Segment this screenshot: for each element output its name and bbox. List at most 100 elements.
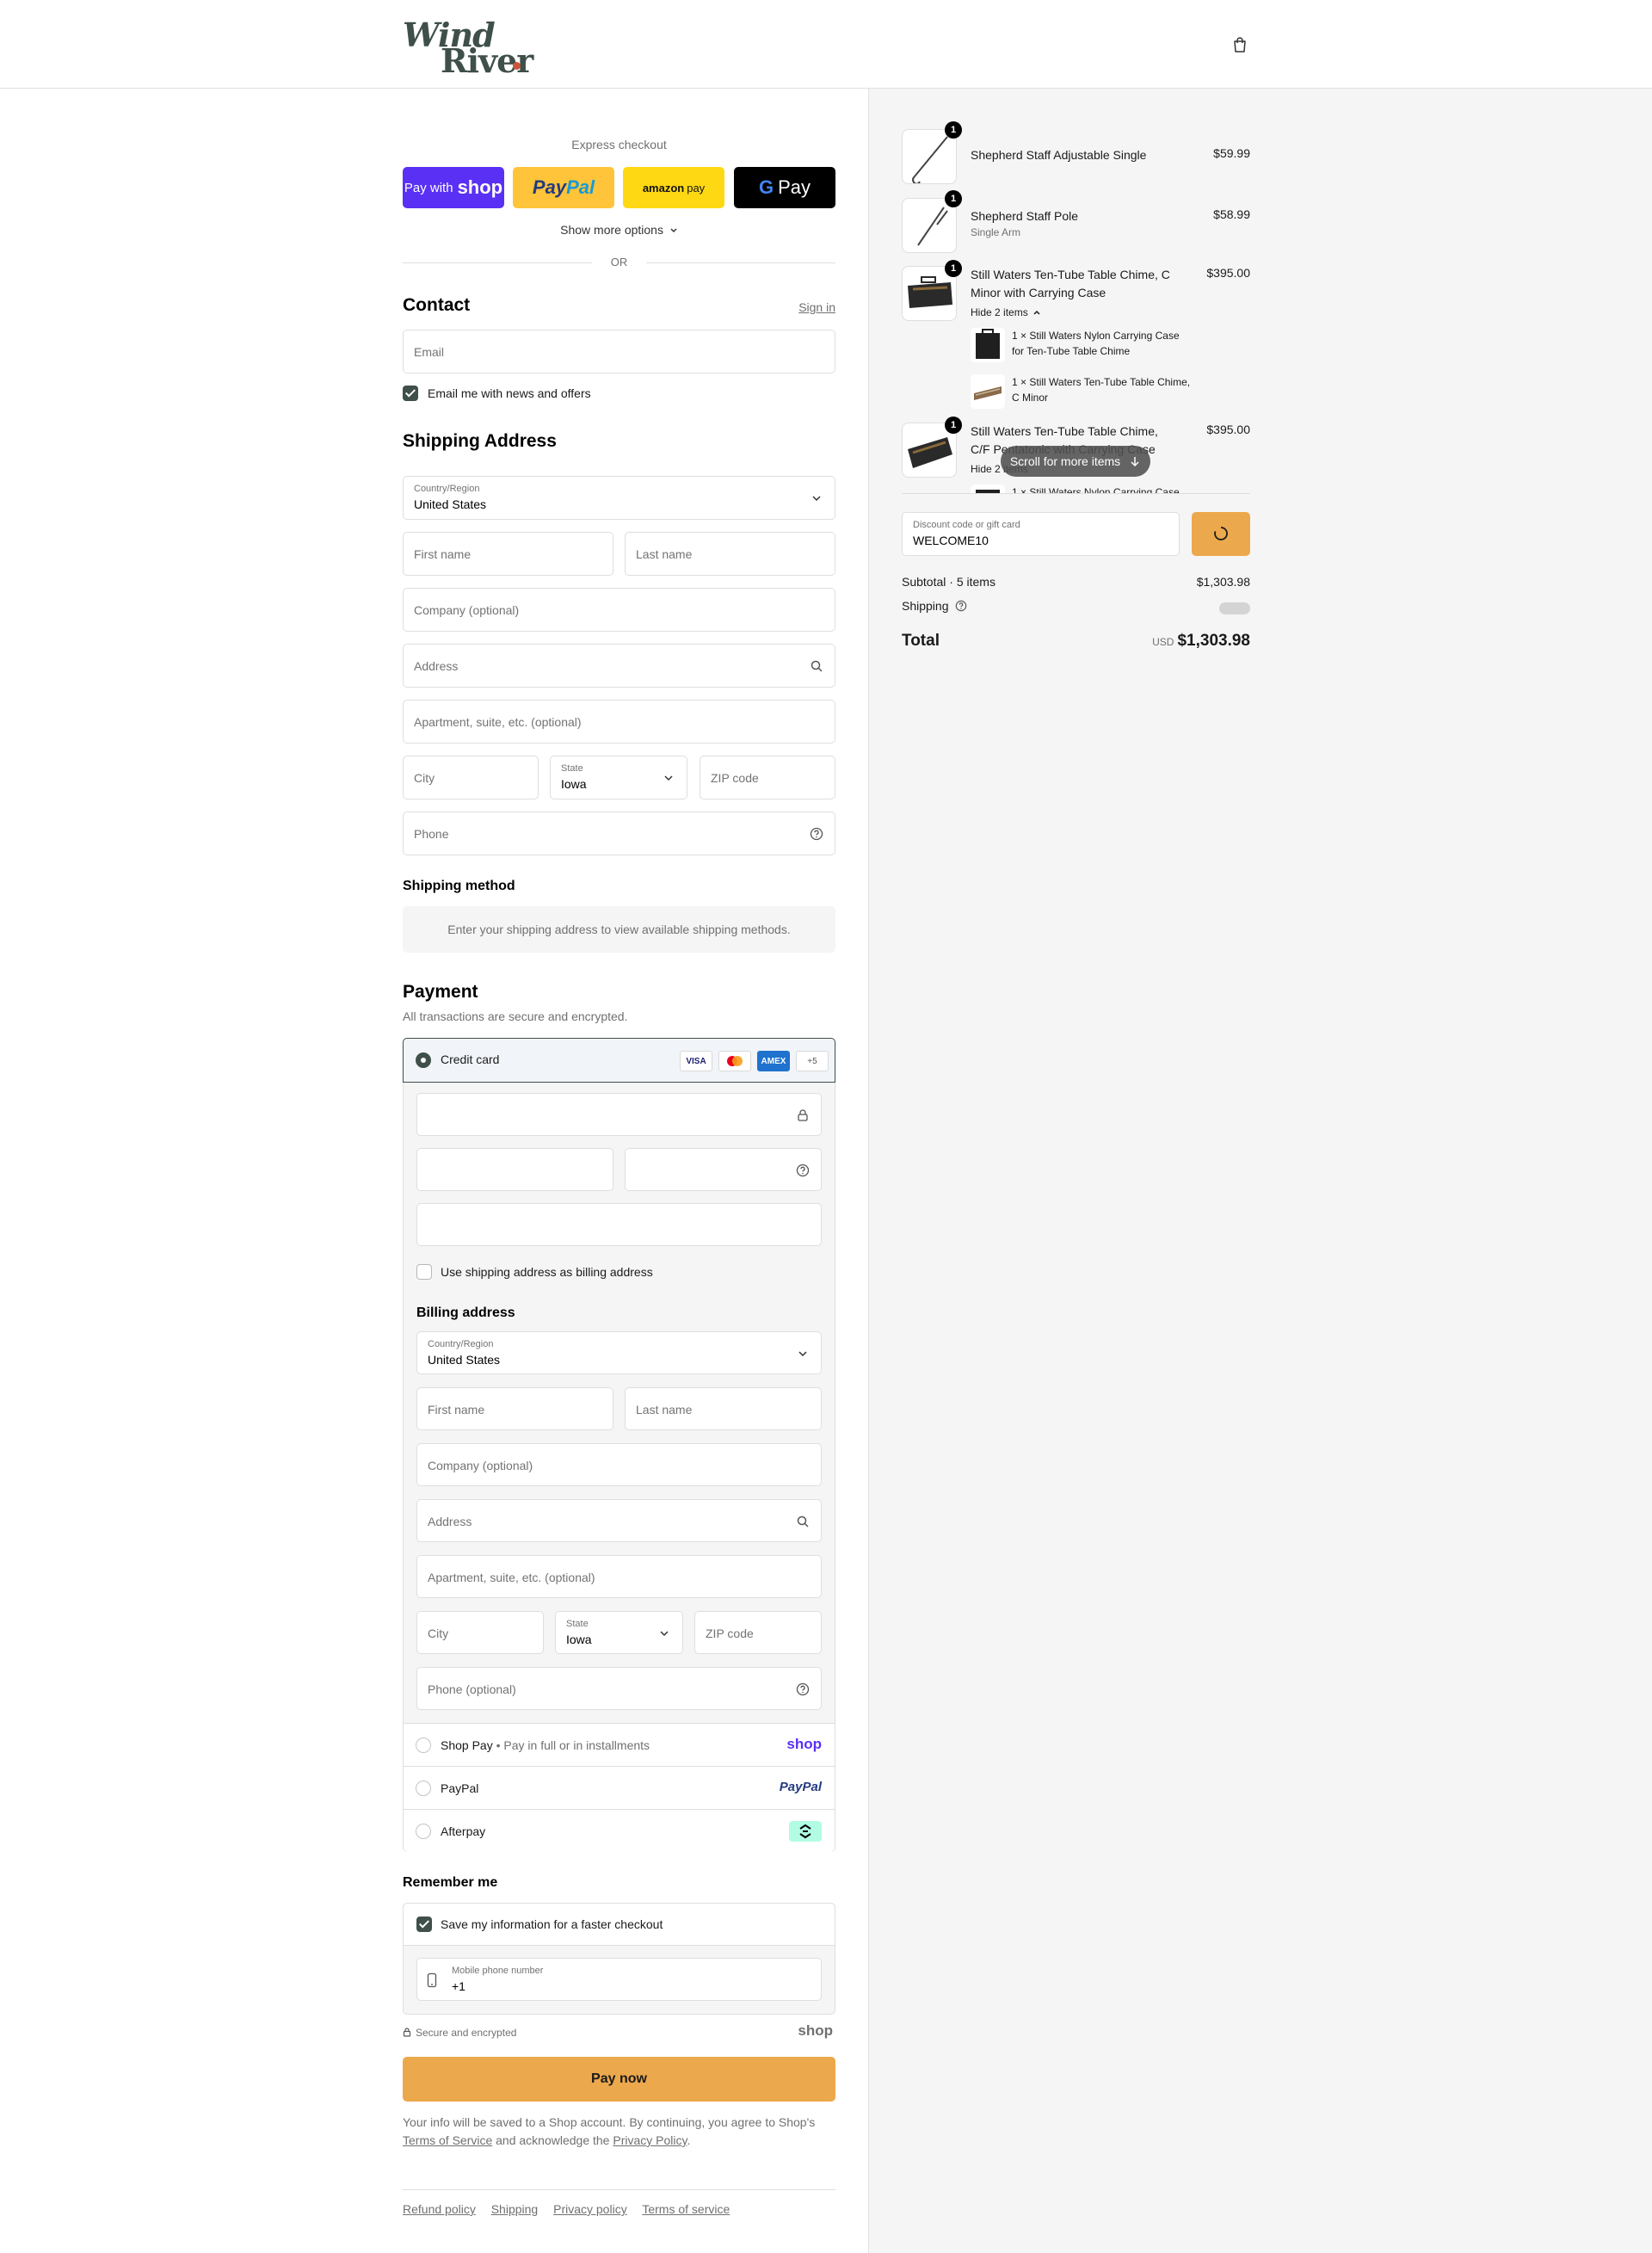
- footer-divider: [403, 2189, 835, 2190]
- afterpay-option[interactable]: Afterpay: [404, 1809, 835, 1852]
- shop-logo: shop: [786, 1736, 822, 1752]
- secure-encrypted-text: Secure and encrypted: [416, 2027, 517, 2039]
- logo-dot: [513, 62, 521, 70]
- shipping-method-title: Shipping method: [403, 879, 515, 893]
- visa-icon: VISA: [680, 1051, 712, 1071]
- card-number-field[interactable]: [416, 1093, 822, 1136]
- shop-pay-brand: shop: [457, 176, 503, 198]
- zip-placeholder: ZIP code: [711, 771, 759, 785]
- paypal-text-b: Pal: [566, 176, 595, 198]
- email-field[interactable]: Email: [403, 330, 835, 373]
- paypal-radio[interactable]: [416, 1781, 431, 1796]
- phone-field[interactable]: Phone: [403, 812, 835, 855]
- wind-river-logo[interactable]: Wind River: [403, 15, 533, 80]
- billing-company-field[interactable]: Company (optional): [416, 1443, 822, 1486]
- scroll-for-more-items-button[interactable]: Scroll for more items: [1001, 446, 1150, 477]
- save-info-checkbox[interactable]: [416, 1917, 432, 1932]
- billing-zip-field[interactable]: ZIP code: [694, 1611, 822, 1654]
- billing-first-name-field[interactable]: First name: [416, 1387, 613, 1430]
- help-circle-icon[interactable]: [810, 827, 823, 841]
- amazon-pay-button[interactable]: amazon pay: [623, 167, 724, 208]
- mobile-phone-field[interactable]: Mobile phone number +1: [416, 1958, 822, 2001]
- name-on-card-field[interactable]: [416, 1203, 822, 1246]
- state-value: Iowa: [561, 777, 587, 791]
- lock-icon: [798, 1109, 808, 1121]
- apply-discount-button[interactable]: [1192, 512, 1250, 556]
- card-expiry-field[interactable]: [416, 1148, 613, 1191]
- state-select[interactable]: State Iowa: [550, 756, 687, 799]
- total-label: Total: [902, 632, 940, 650]
- lock-icon: [403, 2028, 411, 2037]
- terms-of-service-link[interactable]: Terms of service: [642, 2202, 730, 2216]
- google-pay-button[interactable]: G Pay: [734, 167, 835, 208]
- legal-line-1: Your info will be saved to a Shop accoun…: [403, 2115, 816, 2129]
- shipping-policy-link[interactable]: Shipping: [491, 2202, 539, 2216]
- credit-card-option[interactable]: Credit card VISA AMEX +5: [403, 1038, 835, 1083]
- help-circle-icon[interactable]: [955, 600, 967, 612]
- city-field[interactable]: City: [403, 756, 539, 799]
- shop-pay-option[interactable]: Shop Pay • Pay in full or in installment…: [404, 1723, 835, 1766]
- zip-field[interactable]: ZIP code: [700, 756, 835, 799]
- paypal-button[interactable]: Pay Pal: [513, 167, 614, 208]
- sign-in-link[interactable]: Sign in: [798, 300, 835, 314]
- item-price: $395.00: [1206, 423, 1250, 436]
- billing-apartment-field[interactable]: Apartment, suite, etc. (optional): [416, 1555, 822, 1598]
- shop-pay-separator: •: [492, 1738, 504, 1752]
- pay-now-button[interactable]: Pay now: [403, 2057, 835, 2102]
- privacy-policy-link[interactable]: Privacy policy: [553, 2202, 627, 2216]
- first-name-field[interactable]: First name: [403, 532, 613, 576]
- quantity-badge: 1: [945, 417, 962, 434]
- legal-text: Your info will be saved to a Shop accoun…: [403, 2114, 835, 2150]
- discount-code-field[interactable]: Discount code or gift card WELCOME10: [902, 512, 1180, 556]
- billing-last-name-field[interactable]: Last name: [625, 1387, 822, 1430]
- shop-pay-prefix: Pay with: [404, 180, 453, 195]
- shopping-bag-icon[interactable]: [1232, 36, 1248, 53]
- legal-mid: and acknowledge the: [496, 2133, 610, 2147]
- billing-phone-field[interactable]: Phone (optional): [416, 1667, 822, 1710]
- shop-terms-link[interactable]: Terms of Service: [403, 2133, 492, 2147]
- sub-item-thumbnail: [971, 374, 1005, 409]
- afterpay-radio[interactable]: [416, 1824, 431, 1839]
- billing-last-name-placeholder: Last name: [636, 1403, 693, 1417]
- paypal-option[interactable]: PayPal PayPal: [404, 1766, 835, 1809]
- last-name-field[interactable]: Last name: [625, 532, 835, 576]
- billing-zip-placeholder: ZIP code: [706, 1626, 754, 1640]
- help-circle-icon[interactable]: [796, 1682, 810, 1696]
- refund-policy-link[interactable]: Refund policy: [403, 2202, 476, 2216]
- payment-methods: Credit card VISA AMEX +5 Use shipping ad…: [403, 1038, 835, 1852]
- items-divider: [902, 493, 1250, 494]
- news-checkbox-label: Email me with news and offers: [428, 386, 591, 400]
- card-cvv-field[interactable]: [625, 1148, 822, 1191]
- shop-pay-radio[interactable]: [416, 1738, 431, 1753]
- total-value: $1,303.98: [1177, 632, 1250, 650]
- mastercard-icon: [718, 1051, 751, 1071]
- express-checkout-label: Express checkout: [571, 138, 667, 151]
- first-name-placeholder: First name: [414, 547, 472, 561]
- billing-city-field[interactable]: City: [416, 1611, 544, 1654]
- cart-items-list[interactable]: 1 Shepherd Staff Adjustable Single $59.9…: [902, 89, 1250, 493]
- mobile-phone-value: +1: [452, 1979, 465, 1993]
- help-circle-icon[interactable]: [796, 1164, 810, 1177]
- total-row: Total USD $1,303.98: [902, 632, 1250, 651]
- credit-card-radio[interactable]: [416, 1052, 431, 1068]
- loading-spinner-icon: [1214, 527, 1228, 540]
- country-value: United States: [414, 497, 487, 511]
- billing-country-select[interactable]: Country/Region United States: [416, 1331, 822, 1374]
- hide-items-toggle[interactable]: Hide 2 items: [971, 306, 1041, 318]
- company-field[interactable]: Company (optional): [403, 588, 835, 632]
- mobile-phone-label: Mobile phone number: [452, 1966, 544, 1976]
- news-checkbox[interactable]: [403, 386, 418, 401]
- billing-state-select[interactable]: State Iowa: [555, 1611, 683, 1654]
- use-shipping-label: Use shipping address as billing address: [441, 1265, 653, 1279]
- phone-placeholder: Phone: [414, 827, 449, 841]
- billing-address-field[interactable]: Address: [416, 1499, 822, 1542]
- billing-company-placeholder: Company (optional): [428, 1459, 533, 1472]
- search-icon: [811, 660, 823, 672]
- country-select[interactable]: Country/Region United States: [403, 476, 835, 520]
- shop-pay-button[interactable]: Pay with shop: [403, 167, 504, 208]
- use-shipping-checkbox[interactable]: [416, 1264, 432, 1280]
- apartment-field[interactable]: Apartment, suite, etc. (optional): [403, 700, 835, 744]
- show-more-options-button[interactable]: Show more options: [403, 223, 835, 237]
- address-field[interactable]: Address: [403, 644, 835, 688]
- shop-privacy-link[interactable]: Privacy Policy: [613, 2133, 687, 2147]
